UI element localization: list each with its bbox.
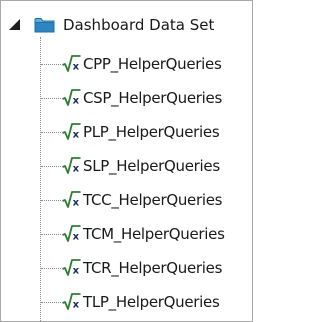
tree-connector	[41, 302, 61, 303]
tree-connector	[41, 98, 61, 99]
tree-item-label: CPP_HelperQueries	[83, 55, 222, 73]
tree-panel: Dashboard Data Set x CPP_HelperQueries x…	[0, 0, 253, 322]
sqrt-x-icon: x	[62, 123, 81, 140]
sqrt-x-icon: x	[62, 157, 81, 174]
svg-text:x: x	[73, 232, 80, 243]
sqrt-x-icon: x	[62, 89, 81, 106]
tree-item-label: SLP_HelperQueries	[83, 157, 220, 175]
dataset-tree: Dashboard Data Set x CPP_HelperQueries x…	[1, 1, 252, 321]
svg-text:x: x	[73, 300, 80, 311]
folder-icon	[34, 18, 55, 33]
tree-connector	[41, 234, 61, 235]
sqrt-x-icon: x	[62, 191, 81, 208]
tree-connector	[41, 268, 61, 269]
tree-item-query[interactable]: x SLP_HelperQueries	[1, 151, 252, 185]
sqrt-x-icon: x	[62, 259, 81, 276]
tree-item-query[interactable]: x CSP_HelperQueries	[1, 83, 252, 117]
tree-item-label: TLP_HelperQueries	[83, 293, 220, 311]
sqrt-x-icon: x	[62, 55, 81, 72]
tree-item-label: TCR_HelperQueries	[83, 259, 223, 277]
tree-item-label: CSP_HelperQueries	[83, 89, 222, 107]
tree-item-label: PLP_HelperQueries	[83, 123, 220, 141]
tree-item-query[interactable]: x TLP_HelperQueries	[1, 287, 252, 321]
svg-text:x: x	[73, 266, 80, 277]
svg-text:x: x	[73, 62, 80, 73]
tree-connector	[41, 166, 61, 167]
tree-item-label: TCC_HelperQueries	[83, 191, 223, 209]
tree-connector	[41, 200, 61, 201]
tree-connector	[41, 132, 61, 133]
tree-item-label: TCM_HelperQueries	[83, 225, 225, 243]
tree-item-query[interactable]: x PLP_HelperQueries	[1, 117, 252, 151]
tree-item-query[interactable]: x CPP_HelperQueries	[1, 49, 252, 83]
sqrt-x-icon: x	[62, 293, 81, 310]
tree-item-query[interactable]: x TCC_HelperQueries	[1, 185, 252, 219]
sqrt-x-icon: x	[62, 225, 81, 242]
tree-item-query[interactable]: x TCR_HelperQueries	[1, 253, 252, 287]
tree-children: x CPP_HelperQueries x CSP_HelperQueries …	[1, 49, 252, 321]
svg-text:x: x	[73, 198, 80, 209]
svg-text:x: x	[73, 130, 80, 141]
expanded-triangle-icon[interactable]	[9, 19, 20, 30]
svg-text:x: x	[73, 164, 80, 175]
tree-item-query[interactable]: x TCM_HelperQueries	[1, 219, 252, 253]
svg-text:x: x	[73, 96, 80, 107]
tree-connector	[41, 64, 61, 65]
tree-node-label: Dashboard Data Set	[63, 16, 215, 34]
